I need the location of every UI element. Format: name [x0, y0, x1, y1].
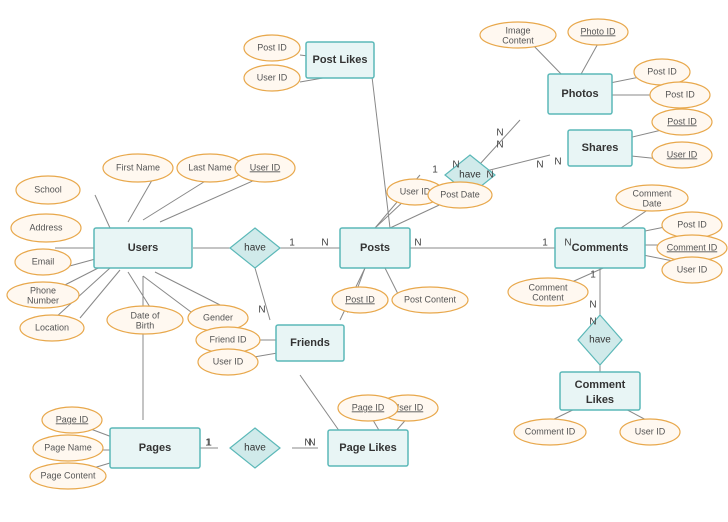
commentdate-text-1: Comment: [632, 188, 672, 198]
commentcontent-text-1: Comment: [528, 282, 568, 292]
svg-text:N: N: [564, 238, 571, 249]
friends-label: Friends: [290, 337, 330, 349]
commentid-likes-text: Comment ID: [525, 426, 576, 436]
svg-text:N: N: [308, 438, 315, 449]
imagecontent-text-1: Image: [505, 25, 530, 35]
svg-text:N: N: [414, 238, 421, 249]
userid-commentlikes-text: User ID: [635, 426, 666, 436]
post-likes-label: Post Likes: [312, 54, 367, 66]
svg-text:1: 1: [206, 438, 212, 449]
svg-text:N: N: [496, 140, 503, 151]
userid-postlikes-text: User ID: [257, 72, 288, 82]
dob-text-1: Date of: [130, 310, 160, 320]
userid-users-text: User ID: [250, 162, 281, 172]
svg-text:1: 1: [542, 238, 548, 249]
svg-text:1: 1: [432, 165, 438, 176]
page-likes-label: Page Likes: [339, 442, 396, 454]
lastname-text: Last Name: [188, 162, 232, 172]
svg-text:N: N: [554, 157, 561, 168]
svg-text:N: N: [589, 317, 596, 328]
have-posts-photos-text: have: [459, 170, 481, 181]
svg-text:N: N: [258, 305, 265, 316]
firstname-text: First Name: [116, 162, 160, 172]
postid-posts-text: Post ID: [345, 294, 375, 304]
have-users-posts-text: have: [244, 243, 266, 254]
commentid-text: Comment ID: [667, 242, 718, 252]
postid-shares-text: Post ID: [667, 116, 697, 126]
posts-label: Posts: [360, 242, 390, 254]
pages-label: Pages: [139, 442, 171, 454]
photoid-text: Photo ID: [580, 26, 616, 36]
userid-friends-text: User ID: [213, 356, 244, 366]
postid-photos-text: Post ID: [647, 66, 677, 76]
pageid-text: Page ID: [56, 414, 89, 424]
comments-label: Comments: [572, 242, 629, 254]
phone-text-1: Phone: [30, 285, 56, 295]
address-text: Address: [29, 222, 63, 232]
gender-text: Gender: [203, 312, 233, 322]
er-diagram: N 1 1 N N N N N 1: [0, 0, 728, 522]
svg-text:N: N: [486, 170, 493, 181]
svg-text:1: 1: [289, 238, 295, 249]
school-text: School: [34, 184, 62, 194]
comment-likes-label-1: Comment: [575, 379, 626, 391]
location-text: Location: [35, 322, 69, 332]
have-comments-text: have: [589, 335, 611, 346]
svg-text:1: 1: [590, 270, 596, 281]
commentcontent-text-2: Content: [532, 292, 564, 302]
userid-comments-text: User ID: [677, 264, 708, 274]
postid-postlikes-text: Post ID: [257, 42, 287, 52]
postid2-photos-text: Post ID: [665, 89, 695, 99]
email-text: Email: [32, 256, 55, 266]
dob-text-2: Birth: [136, 320, 155, 330]
postcontent-text: Post Content: [404, 294, 457, 304]
have-pages-text: have: [244, 443, 266, 454]
commentdate-text-2: Date: [642, 198, 661, 208]
postid-comments-text: Post ID: [677, 219, 707, 229]
svg-text:N: N: [536, 160, 543, 171]
users-label: Users: [128, 242, 159, 254]
userid-shares-text: User ID: [667, 149, 698, 159]
imagecontent-text-2: Content: [502, 35, 534, 45]
postdate-text: Post Date: [440, 189, 480, 199]
svg-text:N: N: [452, 160, 459, 171]
phone-text-2: Number: [27, 295, 59, 305]
svg-text:N: N: [496, 128, 503, 139]
userid-posts-text: User ID: [400, 186, 431, 196]
friendid-text: Friend ID: [209, 334, 247, 344]
svg-text:N: N: [321, 238, 328, 249]
pagecontent-text: Page Content: [40, 470, 96, 480]
photos-label: Photos: [561, 88, 598, 100]
comment-likes-label-2: Likes: [586, 394, 614, 406]
pageid-pagelikes-text: Page ID: [352, 402, 385, 412]
pagename-text: Page Name: [44, 442, 92, 452]
svg-text:N: N: [589, 300, 596, 311]
shares-label: Shares: [582, 142, 619, 154]
